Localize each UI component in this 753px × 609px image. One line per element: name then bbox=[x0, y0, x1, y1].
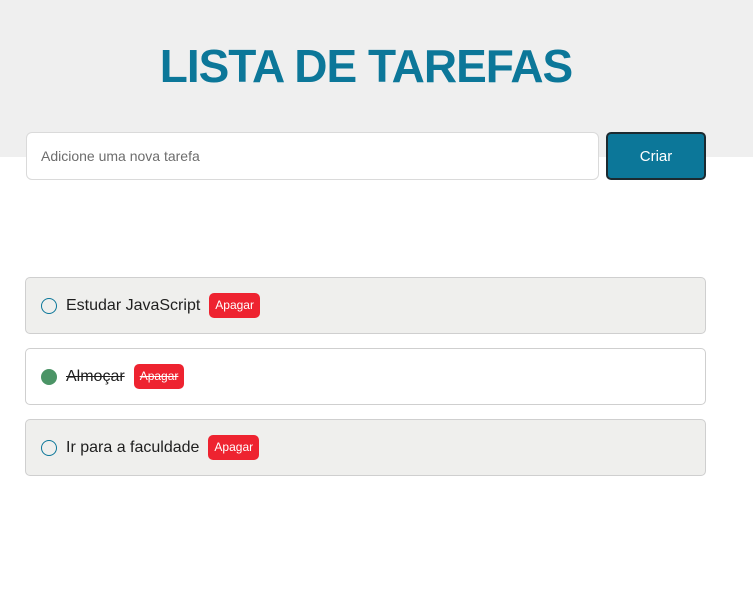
task-text: Almoçar bbox=[66, 367, 125, 385]
create-button[interactable]: Criar bbox=[606, 132, 706, 180]
delete-button[interactable]: Apagar bbox=[209, 293, 260, 318]
task-item: Estudar JavaScript Apagar bbox=[25, 277, 706, 334]
task-text: Ir para a faculdade bbox=[66, 438, 200, 456]
task-checkbox[interactable] bbox=[41, 368, 57, 385]
new-task-input[interactable] bbox=[26, 132, 599, 180]
task-item: Almoçar Apagar bbox=[25, 348, 706, 405]
task-checkbox[interactable] bbox=[41, 297, 57, 314]
task-item: Ir para a faculdade Apagar bbox=[25, 419, 706, 476]
task-checkbox[interactable] bbox=[41, 439, 57, 456]
task-text: Estudar JavaScript bbox=[66, 296, 201, 314]
delete-button[interactable]: Apagar bbox=[133, 364, 185, 389]
delete-button[interactable]: Apagar bbox=[208, 435, 260, 460]
task-list: Estudar JavaScript Apagar Almoçar Apagar… bbox=[25, 277, 706, 490]
page-title: LISTA DE TAREFAS bbox=[159, 40, 574, 92]
